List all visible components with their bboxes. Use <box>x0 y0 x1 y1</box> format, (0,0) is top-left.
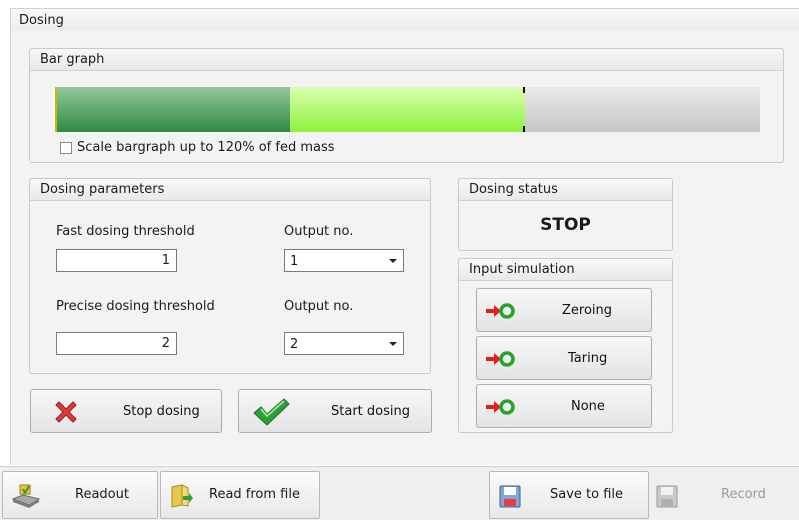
start-dosing-label: Start dosing <box>331 404 410 419</box>
none-label: None <box>571 399 605 414</box>
scale-bargraph-checkbox[interactable] <box>60 141 72 154</box>
input-arrow-icon <box>485 350 515 372</box>
readout-label: Readout <box>75 487 129 502</box>
dosing-status-value: STOP <box>540 215 591 235</box>
chevron-down-icon <box>389 259 397 263</box>
scale-bargraph-option[interactable]: Scale bargraph up to 120% of fed mass <box>60 140 335 155</box>
red-x-icon <box>51 397 81 431</box>
read-from-file-button[interactable]: Read from file <box>160 471 320 519</box>
bar-threshold-marker-top <box>523 87 525 93</box>
scale-bargraph-label: Scale bargraph up to 120% of fed mass <box>77 140 335 155</box>
input-simulation-title: Input simulation <box>459 259 672 281</box>
taring-button[interactable]: Taring <box>476 336 652 380</box>
bottom-toolbar: Readout Read from file Save to file Reco… <box>0 466 799 520</box>
fast-output-value: 1 <box>290 254 299 269</box>
dosing-parameters-group: Dosing parameters Fast dosing threshold … <box>29 178 431 374</box>
bar-graph <box>55 87 760 132</box>
bar-graph-title: Bar graph <box>30 49 783 71</box>
fast-output-label: Output no. <box>284 224 354 239</box>
read-from-file-label: Read from file <box>209 487 300 502</box>
start-dosing-button[interactable]: Start dosing <box>238 389 432 433</box>
readout-button[interactable]: Readout <box>2 471 158 519</box>
stop-dosing-label: Stop dosing <box>123 404 200 419</box>
bar-fill-precise <box>290 87 525 132</box>
fast-threshold-label: Fast dosing threshold <box>56 224 195 239</box>
taring-label: Taring <box>568 351 608 366</box>
dosing-status-title: Dosing status <box>459 179 672 201</box>
save-to-file-label: Save to file <box>550 487 624 502</box>
save-disk-icon <box>498 483 522 513</box>
precise-output-label: Output no. <box>284 299 354 314</box>
record-label: Record <box>721 487 766 502</box>
save-to-file-button[interactable]: Save to file <box>489 471 649 519</box>
precise-threshold-label: Precise dosing threshold <box>56 299 215 314</box>
input-arrow-icon <box>485 398 515 420</box>
zeroing-button[interactable]: Zeroing <box>476 288 652 332</box>
bar-fill-fast <box>55 87 290 132</box>
bar-graph-group: Bar graph Scale bargraph up to 120% of f… <box>29 48 784 163</box>
precise-output-value: 2 <box>290 337 299 352</box>
chevron-down-icon <box>389 342 397 346</box>
folder-icon <box>169 483 193 513</box>
none-button[interactable]: None <box>476 384 652 428</box>
input-simulation-group: Input simulation Zeroing Taring None <box>458 258 673 433</box>
record-button[interactable]: Record <box>651 471 797 519</box>
zeroing-label: Zeroing <box>562 303 613 318</box>
input-arrow-icon <box>485 302 515 324</box>
window-header: Dosing <box>10 8 799 30</box>
checkmark-icon <box>251 396 291 432</box>
dosing-status-group: Dosing status STOP <box>458 178 673 251</box>
precise-threshold-input[interactable]: 2 <box>56 332 177 355</box>
dosing-parameters-title: Dosing parameters <box>30 179 430 201</box>
precise-output-select[interactable]: 2 <box>284 332 404 355</box>
fast-threshold-input[interactable]: 1 <box>56 249 177 272</box>
dosing-panel: Bar graph Scale bargraph up to 120% of f… <box>10 30 799 465</box>
bar-threshold-marker-bottom <box>523 126 525 132</box>
fast-output-select[interactable]: 1 <box>284 249 404 272</box>
readout-device-icon <box>11 483 41 513</box>
window-title: Dosing <box>19 13 64 28</box>
stop-dosing-button[interactable]: Stop dosing <box>30 389 222 433</box>
record-disk-icon <box>655 483 679 513</box>
